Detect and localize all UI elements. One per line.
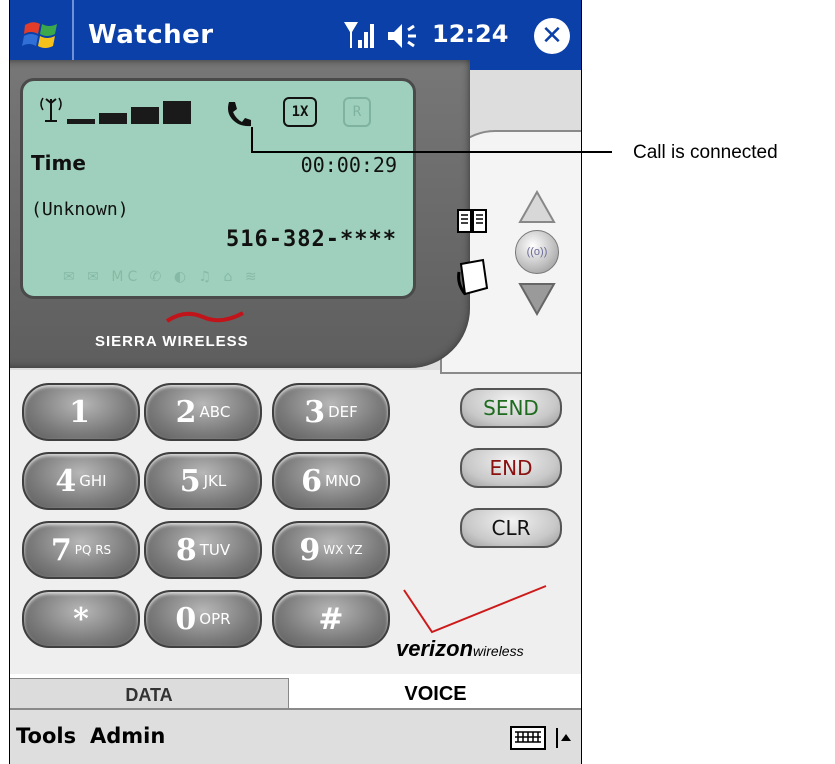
windows-flag-icon (22, 22, 57, 48)
antenna-icon (40, 97, 62, 122)
menu-bar: Tools Admin (10, 708, 581, 764)
menu-tools[interactable]: Tools (16, 724, 76, 748)
key-star[interactable]: * (22, 590, 140, 648)
key-3[interactable]: 3 DEF (272, 383, 390, 441)
signal-bar (99, 113, 127, 124)
key-2[interactable]: 2 ABC (144, 383, 262, 441)
carrier-logo-text: verizonwireless (396, 636, 524, 662)
tab-data[interactable]: DATA (10, 678, 289, 709)
key-digit: 0 (175, 601, 197, 637)
scroll-up-icon[interactable] (518, 190, 556, 224)
key-letters: OPR (199, 610, 231, 628)
key-letters: WX YZ (323, 543, 363, 557)
key-7[interactable]: 7 PQ RS (22, 521, 140, 579)
pocketpc-screen: Watcher 12:24 ✕ 1X R Time 00:00:29 (Unkn… (9, 0, 582, 764)
console-brand: SIERRA WIRELESS (95, 333, 249, 350)
close-button[interactable]: ✕ (534, 18, 570, 54)
key-5[interactable]: 5 JKL (144, 452, 262, 510)
caller-number: 516-382-**** (226, 227, 397, 252)
display-console: 1X R Time 00:00:29 (Unknown) 516-382-***… (10, 60, 470, 368)
keyboard-icon[interactable] (510, 726, 546, 750)
tab-voice[interactable]: VOICE (290, 678, 581, 708)
tab-bar: DATA VOICE (10, 674, 581, 709)
phonebook-icon[interactable] (455, 205, 489, 239)
key-digit: 6 (301, 463, 322, 499)
volume-icon[interactable] (386, 20, 422, 52)
key-digit: 2 (175, 394, 197, 430)
send-button[interactable]: SEND (460, 388, 562, 428)
roaming-badge: R (343, 97, 371, 127)
key-digit: 3 (304, 394, 326, 430)
notes-icon[interactable] (455, 258, 491, 298)
key-digit: 9 (299, 532, 321, 568)
key-digit: 4 (55, 463, 77, 499)
key-digit: 1 (69, 394, 90, 430)
key-letters: GHI (79, 472, 107, 490)
key-0[interactable]: 0 OPR (144, 590, 262, 648)
key-digit: * (73, 601, 89, 637)
key-8[interactable]: 8 TUV (144, 521, 262, 579)
carrier-suffix: wireless (473, 643, 524, 659)
signal-bar (131, 107, 159, 124)
phone-panel: 1X R Time 00:00:29 (Unknown) 516-382-***… (10, 60, 581, 674)
scroll-select-button[interactable]: ((o)) (515, 230, 559, 274)
key-letters: PQ RS (74, 543, 112, 557)
key-1[interactable]: 1 (22, 383, 140, 441)
key-9[interactable]: 9 WX YZ (272, 521, 390, 579)
sierra-wireless-logo-icon (165, 311, 244, 323)
call-time-value: 00:00:29 (300, 153, 397, 177)
signal-bar (163, 101, 191, 124)
key-letters: JKL (203, 472, 227, 490)
key-digit: # (318, 601, 344, 637)
lcd-display: 1X R Time 00:00:29 (Unknown) 516-382-***… (20, 78, 416, 299)
callout-label: Call is connected (633, 142, 778, 163)
key-digit: 5 (179, 463, 201, 499)
clear-button[interactable]: CLR (460, 508, 562, 548)
carrier-name: verizon (396, 636, 474, 661)
call-time-label: Time (31, 151, 86, 175)
key-letters: ABC (199, 403, 231, 421)
key-digit: 7 (50, 532, 72, 568)
lcd-status-icons: ✉ ✉ MC ✆ ◐ ♫ ⌂ ≋ (63, 269, 261, 285)
menu-admin[interactable]: Admin (90, 724, 165, 748)
caller-name: (Unknown) (31, 199, 129, 220)
phone-handset-icon (228, 102, 251, 127)
signal-strength-icon[interactable] (342, 18, 376, 52)
key-hash[interactable]: # (272, 590, 390, 648)
key-letters: TUV (199, 541, 231, 559)
key-letters: DEF (328, 403, 358, 421)
scroll-down-icon[interactable] (518, 282, 556, 316)
signal-bar (67, 119, 95, 124)
key-digit: 8 (175, 532, 197, 568)
key-6[interactable]: 6 MNO (272, 452, 390, 510)
app-title: Watcher (88, 20, 214, 50)
onex-badge: 1X (283, 97, 317, 127)
end-button[interactable]: END (460, 448, 562, 488)
clock[interactable]: 12:24 (432, 20, 508, 48)
key-letters: MNO (324, 472, 361, 490)
key-4[interactable]: 4 GHI (22, 452, 140, 510)
input-menu-arrow-icon[interactable] (555, 728, 573, 748)
